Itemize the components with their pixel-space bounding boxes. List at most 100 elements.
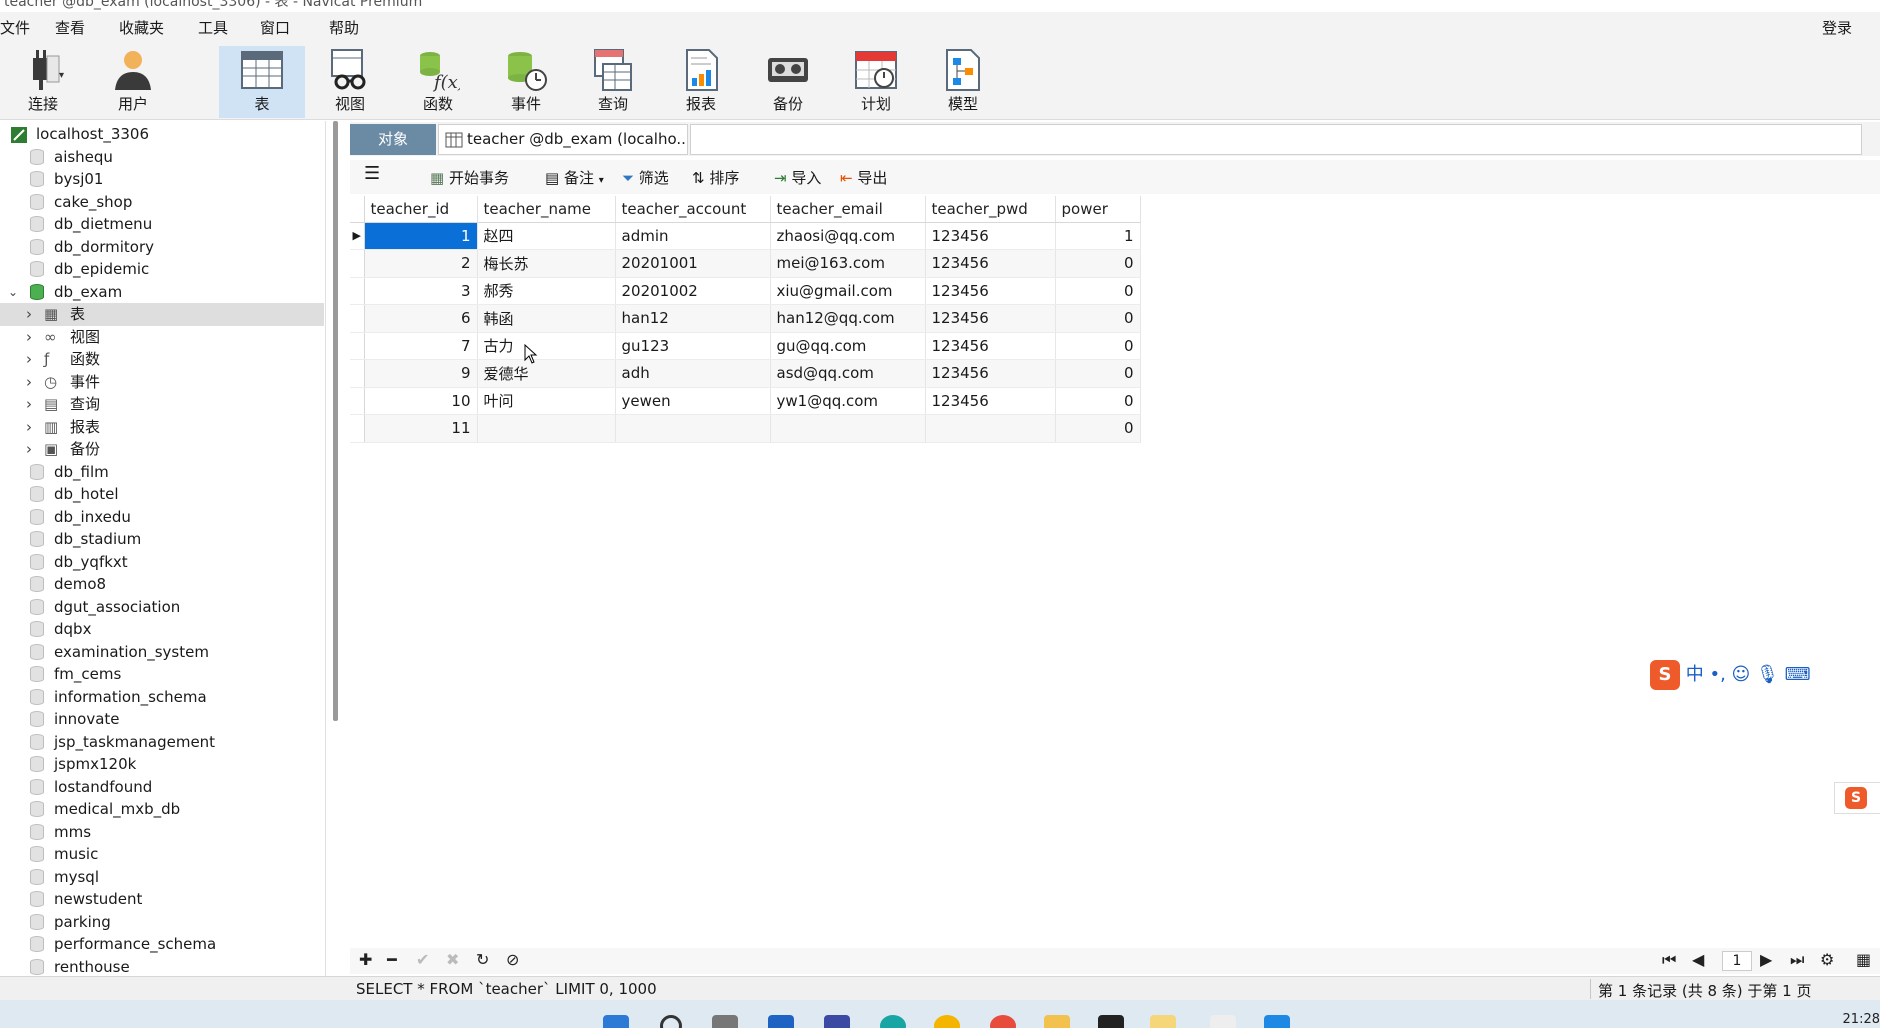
cell-teacher-account[interactable]: 20201002 xyxy=(615,277,771,305)
stop-icon[interactable]: ⊘ xyxy=(506,950,519,969)
chevron-right-icon[interactable]: › xyxy=(26,438,32,460)
export-button[interactable]: ⇤ 导出 xyxy=(840,167,887,188)
hamburger-icon[interactable]: ☰ xyxy=(364,163,380,184)
navicat-icon[interactable] xyxy=(1150,1015,1176,1028)
ime-mini-icon[interactable]: S xyxy=(1834,782,1880,814)
apply-icon[interactable]: ✔ xyxy=(416,950,429,969)
cell-power[interactable]: 0 xyxy=(1055,304,1141,333)
filter-button[interactable]: ⏷ 筛选 xyxy=(622,167,669,188)
chevron-right-icon[interactable]: › xyxy=(26,348,32,370)
tree-item-db-exam[interactable]: ⌄ db_exam xyxy=(0,281,324,304)
cell-power[interactable]: 0 xyxy=(1055,332,1141,360)
tree-item-db-inxedu[interactable]: db_inxedu xyxy=(0,506,324,529)
grid-view-icon[interactable]: ▦ xyxy=(1856,950,1871,969)
table-button[interactable]: 表 xyxy=(219,46,305,118)
table-row[interactable]: 10 叶问 yewen yw1@qq.com 123456 0 xyxy=(350,387,1141,415)
cell-teacher-pwd[interactable]: 123456 xyxy=(925,222,1056,250)
tree-item-glasses[interactable]: › ∞ 视图 xyxy=(0,326,324,349)
app2-icon[interactable] xyxy=(1264,1015,1290,1028)
chevron-right-icon[interactable]: › xyxy=(26,416,32,438)
browser-icon[interactable] xyxy=(990,1015,1016,1028)
tree-item-report[interactable]: › ▥ 报表 xyxy=(0,416,324,439)
report-button[interactable]: 报表 xyxy=(658,46,744,118)
search-icon[interactable] xyxy=(660,1015,682,1028)
tree-item-db-dietmenu[interactable]: db_dietmenu xyxy=(0,213,324,236)
login-link[interactable]: 登录 xyxy=(1822,17,1852,38)
schedule-button[interactable]: 计划 xyxy=(833,46,919,118)
refresh-icon[interactable]: ↻ xyxy=(476,950,489,969)
cell-teacher-id[interactable]: 10 xyxy=(364,387,478,415)
query-button[interactable]: 查询 xyxy=(570,46,656,118)
delete-record-icon[interactable]: ━ xyxy=(387,950,397,969)
cell-teacher-email[interactable]: xiu@gmail.com xyxy=(770,277,926,305)
table-row[interactable]: 3 郝秀 20201002 xiu@gmail.com 123456 0 xyxy=(350,277,1141,305)
chevron-right-icon[interactable]: › xyxy=(26,303,32,325)
tree-item-performance-schema[interactable]: performance_schema xyxy=(0,933,324,956)
row-header[interactable] xyxy=(350,387,365,415)
row-header[interactable] xyxy=(350,359,365,388)
cell-teacher-email[interactable]: asd@qq.com xyxy=(770,359,926,388)
connect-button[interactable]: ▾ 连接 xyxy=(0,46,86,118)
sidebar-scrollbar[interactable] xyxy=(333,121,338,721)
edge-icon[interactable] xyxy=(880,1015,906,1028)
first-page-icon[interactable]: ⏮ xyxy=(1662,950,1676,970)
menu-tools[interactable]: 工具 xyxy=(198,17,228,38)
cell-teacher-pwd[interactable] xyxy=(925,414,1056,443)
event-button[interactable]: 事件 xyxy=(483,46,569,118)
cell-teacher-email[interactable]: mei@163.com xyxy=(770,249,926,278)
tree-item-information-schema[interactable]: information_schema xyxy=(0,686,324,709)
tree-item-event-clock[interactable]: › ◷ 事件 xyxy=(0,371,324,394)
cell-power[interactable]: 1 xyxy=(1055,222,1141,250)
cell-teacher-account[interactable]: han12 xyxy=(615,304,771,333)
row-header[interactable] xyxy=(350,304,365,333)
cell-teacher-name[interactable]: 赵四 xyxy=(477,222,616,250)
add-record-icon[interactable]: ✚ xyxy=(359,950,372,969)
cell-teacher-id[interactable]: 7 xyxy=(364,332,478,360)
row-header[interactable]: ▶ xyxy=(350,222,365,250)
row-header[interactable] xyxy=(350,414,365,443)
cell-teacher-name[interactable]: 韩函 xyxy=(477,304,616,333)
cell-teacher-name[interactable] xyxy=(477,414,616,443)
tree-item-cake-shop[interactable]: cake_shop xyxy=(0,191,324,214)
tree-connection[interactable]: localhost_3306 xyxy=(0,123,324,146)
tree-item-parking[interactable]: parking xyxy=(0,911,324,934)
view-button[interactable]: 视图 xyxy=(307,46,393,118)
cell-teacher-email[interactable]: gu@qq.com xyxy=(770,332,926,360)
tree-item-bysj01[interactable]: bysj01 xyxy=(0,168,324,191)
tree-item-db-stadium[interactable]: db_stadium xyxy=(0,528,324,551)
cell-teacher-email[interactable]: yw1@qq.com xyxy=(770,387,926,415)
cell-teacher-email[interactable]: han12@qq.com xyxy=(770,304,926,333)
cell-teacher-email[interactable] xyxy=(770,414,926,443)
last-page-icon[interactable]: ⏭ xyxy=(1790,950,1804,970)
cell-teacher-id[interactable]: 9 xyxy=(364,359,478,388)
discard-icon[interactable]: ✖ xyxy=(446,950,459,969)
cell-teacher-id[interactable]: 1 xyxy=(364,222,478,250)
tab-teacher-table[interactable]: teacher @db_exam (localho... xyxy=(438,124,688,155)
cell-teacher-account[interactable]: gu123 xyxy=(615,332,771,360)
memo-button[interactable]: ▤ 备注 ▾ xyxy=(545,167,604,188)
page-number-field[interactable]: 1 xyxy=(1722,951,1752,971)
cell-teacher-pwd[interactable]: 123456 xyxy=(925,387,1056,415)
folder-icon[interactable] xyxy=(1044,1015,1070,1028)
cell-teacher-pwd[interactable]: 123456 xyxy=(925,304,1056,333)
app-icon[interactable] xyxy=(824,1015,850,1028)
tree-item-db-hotel[interactable]: db_hotel xyxy=(0,483,324,506)
model-button[interactable]: 模型 xyxy=(920,46,1006,118)
cell-teacher-id[interactable]: 3 xyxy=(364,277,478,305)
table-row[interactable]: 9 爱德华 adh asd@qq.com 123456 0 xyxy=(350,359,1141,388)
cell-teacher-account[interactable]: 20201001 xyxy=(615,249,771,278)
gear-icon[interactable]: ⚙ xyxy=(1820,950,1834,969)
tree-item-dqbx[interactable]: dqbx xyxy=(0,618,324,641)
cell-teacher-email[interactable]: zhaosi@qq.com xyxy=(770,222,926,250)
begin-transaction-button[interactable]: ▦ 开始事务 xyxy=(430,167,509,188)
column-header[interactable]: power xyxy=(1055,196,1141,223)
cell-teacher-name[interactable]: 梅长苏 xyxy=(477,249,616,278)
tree-item-jsp-taskmanagement[interactable]: jsp_taskmanagement xyxy=(0,731,324,754)
chevron-down-icon[interactable]: ⌄ xyxy=(8,281,18,303)
tree-item-dgut-association[interactable]: dgut_association xyxy=(0,596,324,619)
ime-toolbar[interactable]: S 中 •, ☺ 🎙 ⌨ xyxy=(1650,660,1880,696)
row-header[interactable] xyxy=(350,249,365,278)
prev-page-icon[interactable]: ◀ xyxy=(1692,950,1704,969)
menu-window[interactable]: 窗口 xyxy=(260,17,290,38)
cell-teacher-name[interactable]: 爱德华 xyxy=(477,359,616,388)
